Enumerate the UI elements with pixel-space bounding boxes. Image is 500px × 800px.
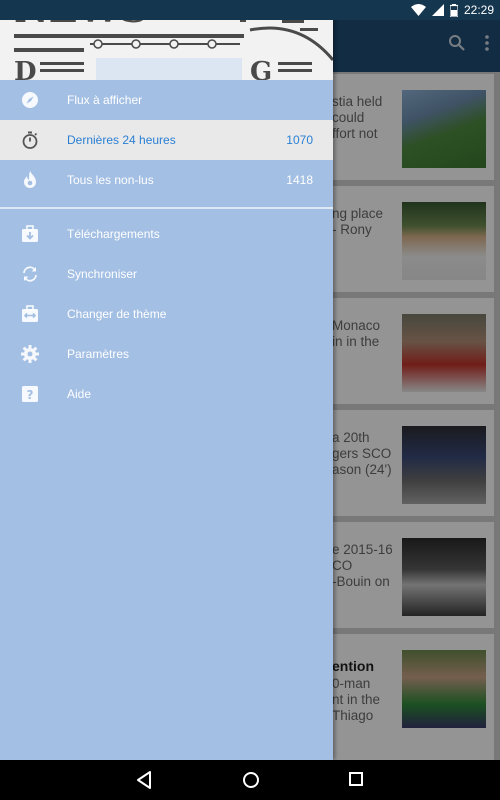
status-bar: 22:29 — [0, 0, 500, 20]
drawer-item-downloads[interactable]: Téléchargements — [0, 214, 333, 254]
navigation-drawer: NEWS D G — [0, 0, 333, 760]
drawer-divider — [0, 207, 333, 209]
svg-text:?: ? — [27, 388, 34, 402]
sync-icon — [20, 264, 40, 284]
svg-text:D: D — [14, 57, 37, 80]
help-icon: ? — [20, 384, 40, 404]
back-icon[interactable] — [135, 770, 155, 790]
battery-icon — [449, 3, 458, 17]
status-time: 22:29 — [463, 3, 494, 17]
home-icon[interactable] — [241, 770, 261, 790]
download-briefcase-icon — [20, 224, 40, 244]
stopwatch-icon — [20, 130, 40, 150]
drawer-item-all-unread[interactable]: Tous les non-lus 1418 — [0, 160, 333, 200]
system-nav-bar — [0, 760, 500, 800]
compass-icon — [20, 90, 40, 110]
svg-text:G: G — [250, 57, 272, 80]
drawer-item-change-theme[interactable]: Changer de thème — [0, 294, 333, 334]
drawer-item-help[interactable]: ? Aide — [0, 374, 333, 414]
drawer-item-sync[interactable]: Synchroniser — [0, 254, 333, 294]
wifi-icon — [410, 4, 426, 16]
swap-theme-icon — [20, 304, 40, 324]
cellular-icon — [431, 4, 444, 16]
drawer-item-feeds[interactable]: Flux à afficher — [0, 80, 333, 120]
gear-icon — [20, 344, 40, 364]
recents-icon[interactable] — [347, 770, 367, 790]
drawer-item-settings[interactable]: Paramètres — [0, 334, 333, 374]
flame-icon — [20, 170, 40, 190]
drawer-item-last-24h[interactable]: Dernières 24 heures 1070 — [0, 120, 333, 160]
